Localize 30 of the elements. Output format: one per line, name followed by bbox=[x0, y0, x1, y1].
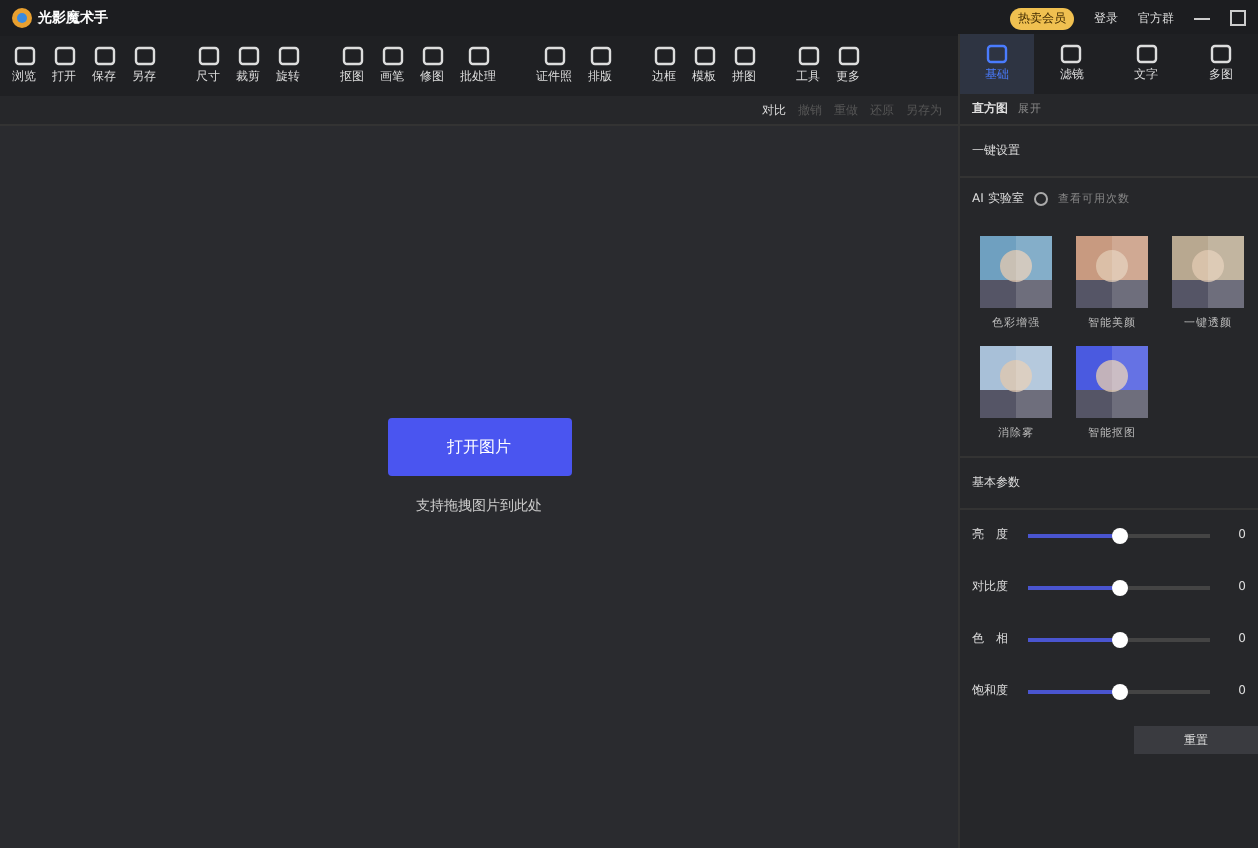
slider-handle[interactable] bbox=[1111, 631, 1127, 647]
square-icon bbox=[467, 46, 489, 66]
square-icon bbox=[237, 46, 259, 66]
square-icon bbox=[53, 46, 75, 66]
square-icon bbox=[133, 46, 155, 66]
open-image-button[interactable]: 打开图片 bbox=[387, 418, 571, 476]
square-icon bbox=[693, 46, 715, 66]
square-icon bbox=[1209, 44, 1232, 64]
square-icon bbox=[589, 46, 611, 66]
square-icon bbox=[93, 46, 115, 66]
square-icon bbox=[837, 46, 859, 66]
square-icon bbox=[733, 46, 755, 66]
square-icon bbox=[13, 46, 35, 66]
square-icon bbox=[421, 46, 443, 66]
square-icon bbox=[341, 46, 363, 66]
square-icon bbox=[797, 46, 819, 66]
square-icon bbox=[986, 44, 1009, 64]
square-icon bbox=[1135, 44, 1158, 64]
slider-handle[interactable] bbox=[1111, 579, 1127, 595]
maximize-icon[interactable] bbox=[1230, 10, 1246, 26]
square-icon bbox=[197, 46, 219, 66]
slider-handle[interactable] bbox=[1111, 527, 1127, 543]
square-icon bbox=[381, 46, 403, 66]
logo-icon bbox=[12, 8, 32, 28]
square-icon bbox=[277, 46, 299, 66]
slider-handle[interactable] bbox=[1111, 683, 1127, 699]
square-icon bbox=[653, 46, 675, 66]
help-icon[interactable] bbox=[1033, 192, 1048, 206]
square-icon bbox=[543, 46, 565, 66]
square-icon bbox=[1060, 44, 1083, 64]
